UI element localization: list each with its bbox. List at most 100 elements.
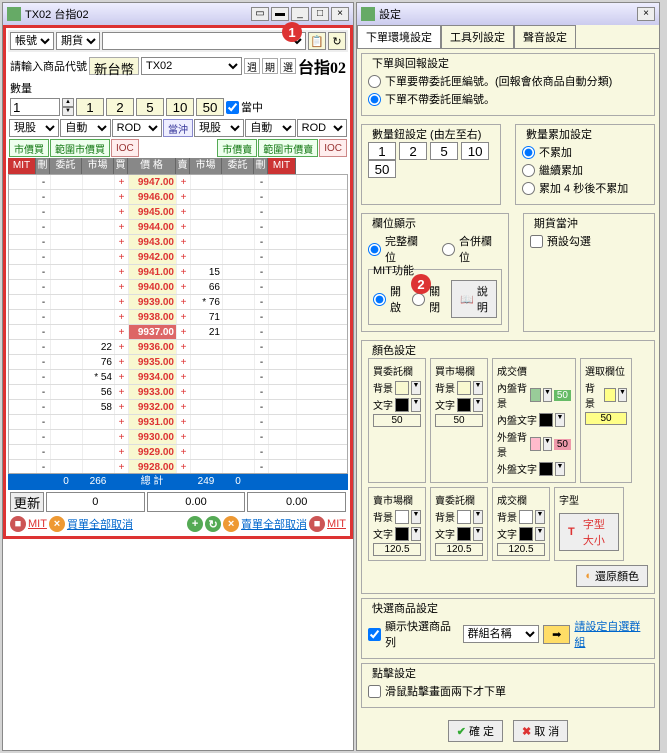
maximize-icon[interactable]: □ [311,7,329,21]
tab-options[interactable]: 選 [280,58,296,74]
qty-input[interactable] [10,98,60,116]
range-market-buy-btn[interactable]: 範圍市價買 [50,139,110,157]
icon-b[interactable]: ▬ [271,7,289,21]
hedge-check[interactable] [530,235,543,248]
currency-button[interactable]: 新台幣 [89,57,139,75]
deal-bg[interactable] [519,510,533,524]
refresh-green-icon[interactable]: ↻ [205,516,221,532]
ok-button[interactable]: ✔確 定 [448,720,503,742]
ladder-row[interactable]: -56+9933.00+- [9,385,347,400]
refresh-icon[interactable]: ↻ [328,32,346,50]
buymkt-bg-swatch[interactable] [457,381,471,395]
qa-r2[interactable] [522,164,535,177]
daytrade-toggle[interactable]: 當沖 [163,119,193,137]
qty-cfg-5[interactable] [368,160,396,178]
ladder-row[interactable]: -+9941.00+15- [9,265,347,280]
tab-order-env[interactable]: 下單環境設定 [357,25,441,48]
buyord-bg-swatch[interactable] [395,381,409,395]
qty-cfg-2[interactable] [399,142,427,160]
market-sell-btn[interactable]: 市價賣 [217,139,257,157]
cancel-sell-icon[interactable]: × [223,516,239,532]
buy-auto-select[interactable]: 自動 [60,119,110,137]
qa-r1[interactable] [522,146,535,159]
qty-up-icon[interactable]: ▲ [62,98,74,107]
buy-type-select[interactable]: 現股 [9,119,59,137]
acct-type-select[interactable]: 帳號 [10,32,54,50]
fav-go-button[interactable]: ➡ [543,625,570,644]
ioc-buy-btn[interactable]: IOC [111,139,139,157]
tab-sound[interactable]: 聲音設定 [514,25,576,48]
ladder-row[interactable]: -+9942.00+- [9,250,347,265]
qty-btn-4[interactable]: 10 [166,98,194,116]
fav-config-link[interactable]: 請設定自選群組 [574,618,648,650]
ladder-row[interactable]: -+9931.00+- [9,415,347,430]
buymkt-txt-swatch[interactable] [457,398,471,412]
calendar-icon[interactable]: 📋 [308,32,326,50]
ladder-row[interactable]: -+9937.00+21- [9,325,347,340]
ladder-row[interactable]: -+9938.00+71- [9,310,347,325]
mit-off[interactable] [412,293,425,306]
ladder-row[interactable]: -58+9932.00+- [9,400,347,415]
restore-colors-button[interactable]: ◐ 還原顏色 [576,565,648,587]
ioc-sell-btn[interactable]: IOC [319,139,347,157]
cd-r1[interactable] [368,243,381,256]
sellmkt-txt[interactable] [395,527,409,541]
icon-a[interactable]: ▭ [251,7,269,21]
tab-futures[interactable]: 期 [262,58,278,74]
order-env-r2[interactable] [368,93,381,106]
ladder-row[interactable]: -+9930.00+- [9,430,347,445]
cancel-buy-icon[interactable]: × [49,516,65,532]
mit-on[interactable] [373,293,386,306]
ladder-row[interactable]: -+9929.00+- [9,445,347,460]
product-select[interactable]: 期貨 [56,32,100,50]
sellord-bg[interactable] [457,510,471,524]
cancel-button[interactable]: ✖取 消 [513,720,568,742]
inbg-swatch[interactable] [530,388,541,402]
fav-show-check[interactable] [368,628,381,641]
intxt-swatch[interactable] [539,413,553,427]
dd-icon[interactable]: ▼ [411,381,421,395]
dblclick-check[interactable] [368,685,381,698]
price-ladder[interactable]: -+9947.00+--+9946.00+--+9945.00+--+9944.… [8,174,348,474]
symbol-select[interactable]: TX02 [141,57,242,75]
qty-btn-3[interactable]: 5 [136,98,164,116]
deal-txt[interactable] [519,527,533,541]
mit-buy-icon[interactable]: ■ [10,516,26,532]
ladder-row[interactable]: -+9946.00+- [9,190,347,205]
ladder-row[interactable]: -+9928.00+- [9,460,347,474]
ladder-row[interactable]: -+9945.00+- [9,205,347,220]
qty-cfg-4[interactable] [461,142,489,160]
ladder-row[interactable]: -+9939.00+* 76- [9,295,347,310]
outtxt-swatch[interactable] [539,462,553,476]
tab-toolbar[interactable]: 工具列設定 [441,25,514,48]
plus-icon[interactable]: + [187,516,203,532]
update-button[interactable]: 更新 [10,492,44,512]
sellmkt-bg[interactable] [395,510,409,524]
qty-btn-5[interactable]: 50 [196,98,224,116]
qty-cfg-1[interactable] [368,142,396,160]
mit-sell-icon[interactable]: ■ [309,516,325,532]
cancel-all-sell[interactable]: 賣單全部取消 [241,516,307,532]
mit-help-button[interactable]: 📖 說明 [451,280,497,318]
ladder-row[interactable]: -76+9935.00+- [9,355,347,370]
sell-type-select[interactable]: 現股 [194,119,244,137]
buyord-txt-swatch[interactable] [395,398,409,412]
qa-r3[interactable] [522,182,535,195]
ladder-row[interactable]: -* 54+9934.00+- [9,370,347,385]
ladder-row[interactable]: -+9947.00+- [9,175,347,190]
cancel-all-buy[interactable]: 買單全部取消 [67,516,133,532]
ladder-row[interactable]: -22+9936.00+- [9,340,347,355]
qty-btn-2[interactable]: 2 [106,98,134,116]
qty-btn-1[interactable]: 1 [76,98,104,116]
market-buy-btn[interactable]: 市價買 [9,139,49,157]
mit-buy-link[interactable]: MIT [28,518,47,530]
tab-week[interactable]: 週 [244,58,260,74]
sell-auto-select[interactable]: 自動 [245,119,295,137]
mit-sell-link[interactable]: MIT [327,518,346,530]
minimize-icon[interactable]: _ [291,7,309,21]
range-market-sell-btn[interactable]: 範圍市價賣 [258,139,318,157]
cd-r2[interactable] [442,243,455,256]
sellord-txt[interactable] [457,527,471,541]
order-env-r1[interactable] [368,75,381,88]
ladder-row[interactable]: -+9940.00+66- [9,280,347,295]
